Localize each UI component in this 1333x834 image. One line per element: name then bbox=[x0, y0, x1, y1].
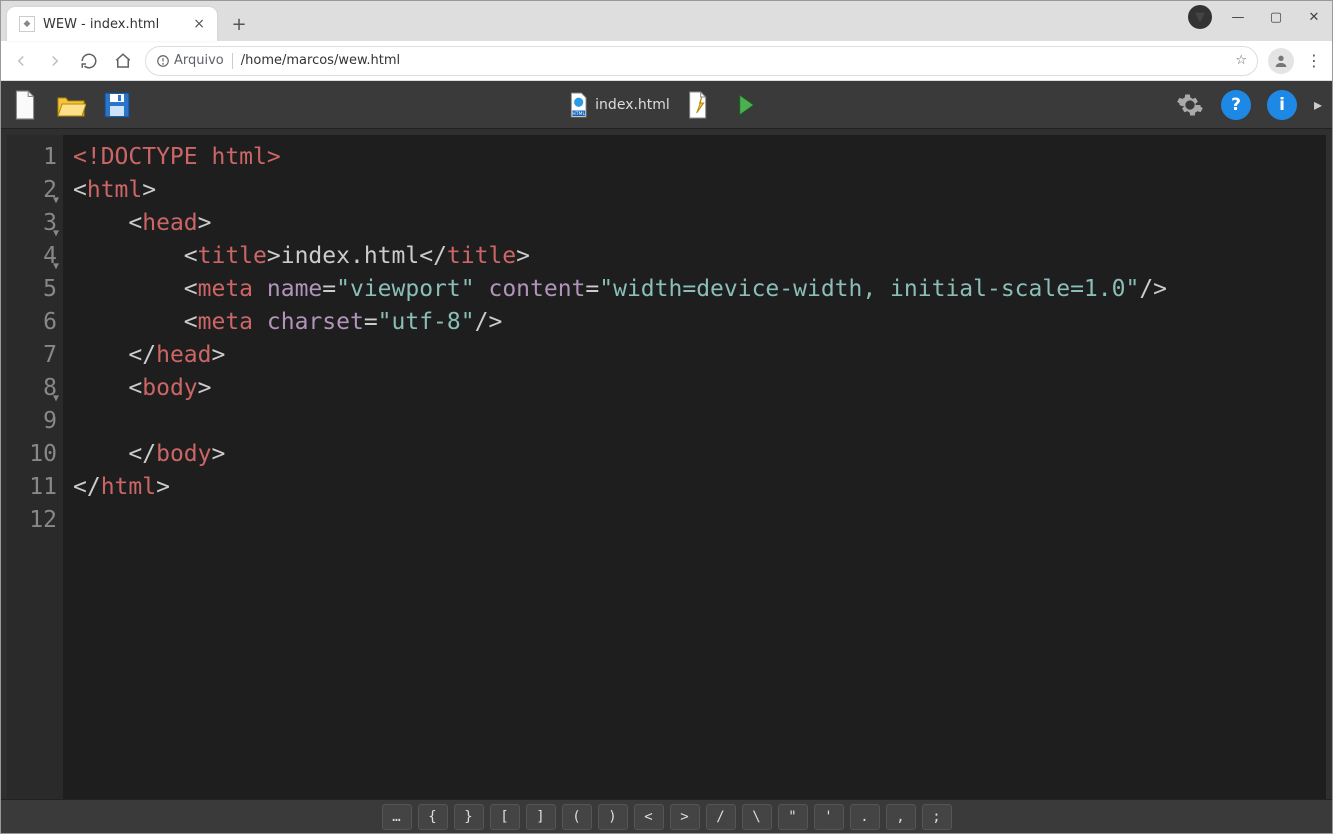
help-icon: ? bbox=[1221, 90, 1251, 120]
url-field[interactable]: Arquivo /home/marcos/wew.html ☆ bbox=[145, 46, 1258, 76]
editor-app: HTML index.html ? i ▸ 12▼3▼ bbox=[1, 81, 1332, 833]
code-line[interactable]: <meta name="viewport" content="width=dev… bbox=[73, 273, 1326, 306]
browser-window: ◆ WEW - index.html × + ▼ — ▢ ✕ Arquivo bbox=[0, 0, 1333, 834]
line-number: 4▼ bbox=[7, 240, 57, 273]
symbol-key[interactable]: } bbox=[454, 804, 484, 830]
line-number: 8▼ bbox=[7, 372, 57, 405]
browser-tab[interactable]: ◆ WEW - index.html × bbox=[7, 7, 217, 41]
line-gutter: 12▼3▼4▼5678▼9101112 bbox=[7, 135, 63, 799]
code-line[interactable]: <meta charset="utf-8"/> bbox=[73, 306, 1326, 339]
symbol-key[interactable]: / bbox=[706, 804, 736, 830]
forward-button[interactable] bbox=[43, 49, 67, 73]
symbol-key[interactable]: . bbox=[850, 804, 880, 830]
code-line[interactable]: <html> bbox=[73, 174, 1326, 207]
reload-button[interactable] bbox=[77, 49, 101, 73]
symbol-key[interactable]: < bbox=[634, 804, 664, 830]
overflow-button[interactable]: ▸ bbox=[1308, 85, 1328, 125]
line-number: 7 bbox=[7, 339, 57, 372]
symbol-key[interactable]: ' bbox=[814, 804, 844, 830]
center-tool-group: HTML index.html bbox=[567, 85, 766, 125]
line-number: 3▼ bbox=[7, 207, 57, 240]
current-file-name: index.html bbox=[595, 97, 670, 113]
tab-close-icon[interactable]: × bbox=[193, 16, 205, 32]
line-number: 5 bbox=[7, 273, 57, 306]
new-tab-button[interactable]: + bbox=[225, 10, 253, 38]
symbol-key[interactable]: [ bbox=[490, 804, 520, 830]
favicon-icon: ◆ bbox=[19, 16, 35, 32]
code-line[interactable] bbox=[73, 405, 1326, 438]
code-line[interactable]: </body> bbox=[73, 438, 1326, 471]
symbol-key[interactable]: ) bbox=[598, 804, 628, 830]
line-number: 12 bbox=[7, 504, 57, 537]
code-line[interactable]: <head> bbox=[73, 207, 1326, 240]
code-line[interactable]: <!DOCTYPE html> bbox=[73, 141, 1326, 174]
new-file-button[interactable] bbox=[5, 85, 45, 125]
symbol-key[interactable]: > bbox=[670, 804, 700, 830]
code-line[interactable]: </html> bbox=[73, 471, 1326, 504]
tab-title: WEW - index.html bbox=[43, 17, 159, 32]
url-path: /home/marcos/wew.html bbox=[241, 53, 400, 68]
symbol-key[interactable]: \ bbox=[742, 804, 772, 830]
code-editor[interactable]: 12▼3▼4▼5678▼9101112 <!DOCTYPE html><html… bbox=[1, 129, 1332, 799]
url-separator bbox=[232, 53, 233, 69]
symbol-key[interactable]: { bbox=[418, 804, 448, 830]
line-number: 2▼ bbox=[7, 174, 57, 207]
maximize-button[interactable]: ▢ bbox=[1264, 5, 1288, 29]
info-button[interactable]: i bbox=[1262, 85, 1302, 125]
symbol-bar: …{}[]()<>/\"'.,; bbox=[1, 799, 1332, 833]
symbol-key[interactable]: ] bbox=[526, 804, 556, 830]
chrome-account-icon[interactable]: ▼ bbox=[1188, 5, 1212, 29]
symbol-key[interactable]: , bbox=[886, 804, 916, 830]
bookmark-star-icon[interactable]: ☆ bbox=[1235, 53, 1247, 68]
symbol-key[interactable]: ( bbox=[562, 804, 592, 830]
code-line[interactable] bbox=[73, 504, 1326, 537]
close-window-button[interactable]: ✕ bbox=[1302, 5, 1326, 29]
tab-strip: ◆ WEW - index.html × + ▼ — ▢ ✕ bbox=[1, 1, 1332, 41]
back-button[interactable] bbox=[9, 49, 33, 73]
symbol-key[interactable]: … bbox=[382, 804, 412, 830]
code-line[interactable]: <title>index.html</title> bbox=[73, 240, 1326, 273]
code-line[interactable]: <body> bbox=[73, 372, 1326, 405]
file-tool-group bbox=[5, 85, 137, 125]
address-bar: Arquivo /home/marcos/wew.html ☆ ⋮ bbox=[1, 41, 1332, 81]
line-number: 11 bbox=[7, 471, 57, 504]
run-button[interactable] bbox=[726, 85, 766, 125]
symbol-key[interactable]: ; bbox=[922, 804, 952, 830]
code-area[interactable]: <!DOCTYPE html><html> <head> <title>inde… bbox=[63, 135, 1326, 799]
help-button[interactable]: ? bbox=[1216, 85, 1256, 125]
info-icon: i bbox=[1267, 90, 1297, 120]
right-tool-group: ? i ▸ bbox=[1170, 85, 1328, 125]
line-number: 9 bbox=[7, 405, 57, 438]
save-file-button[interactable] bbox=[97, 85, 137, 125]
quick-file-button[interactable] bbox=[678, 85, 718, 125]
open-file-button[interactable] bbox=[51, 85, 91, 125]
settings-button[interactable] bbox=[1170, 85, 1210, 125]
window-controls: ▼ — ▢ ✕ bbox=[1188, 5, 1326, 29]
profile-avatar-icon[interactable] bbox=[1268, 48, 1294, 74]
line-number: 10 bbox=[7, 438, 57, 471]
code-line[interactable]: </head> bbox=[73, 339, 1326, 372]
symbol-key[interactable]: " bbox=[778, 804, 808, 830]
browser-menu-button[interactable]: ⋮ bbox=[1304, 51, 1324, 70]
svg-text:HTML: HTML bbox=[572, 111, 585, 117]
current-file-tab[interactable]: HTML index.html bbox=[567, 92, 670, 118]
url-scheme-label: Arquivo bbox=[174, 53, 224, 68]
line-number: 1 bbox=[7, 141, 57, 174]
html-file-icon: HTML bbox=[567, 92, 589, 118]
line-number: 6 bbox=[7, 306, 57, 339]
home-button[interactable] bbox=[111, 49, 135, 73]
url-scheme-chip: Arquivo bbox=[156, 53, 224, 68]
minimize-button[interactable]: — bbox=[1226, 5, 1250, 29]
app-toolbar: HTML index.html ? i ▸ bbox=[1, 81, 1332, 129]
